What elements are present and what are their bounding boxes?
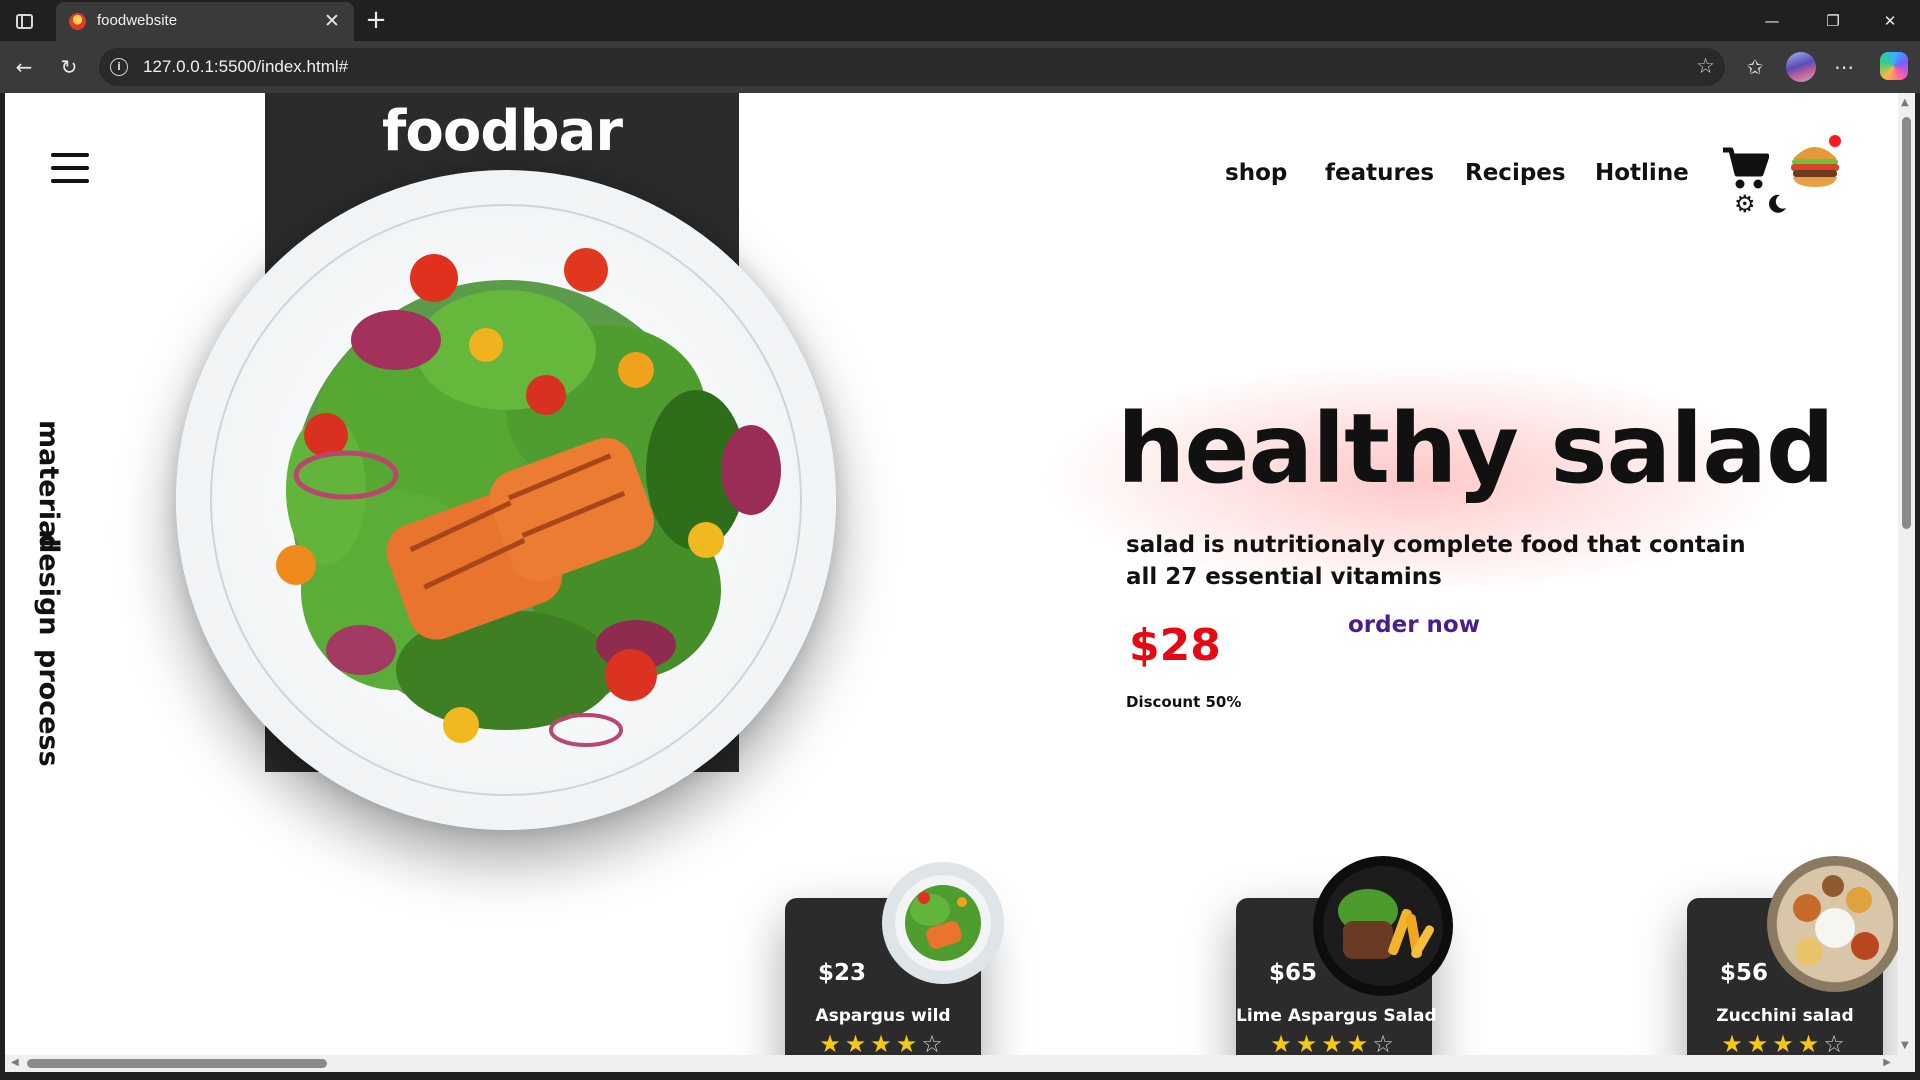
more-menu-icon[interactable]: ⋯ [1829, 52, 1859, 82]
side-nav-design[interactable]: design [33, 534, 64, 636]
horizontal-scroll-thumb[interactable] [27, 1059, 327, 1068]
star-icon: ★★★★ [1270, 1030, 1373, 1055]
salad-illustration [276, 248, 781, 747]
favicon-icon [69, 13, 86, 30]
star-empty-icon: ☆ [921, 1030, 947, 1055]
scroll-right-icon[interactable]: ▶ [1883, 1057, 1891, 1068]
card-name: Aspargus wild [815, 1006, 951, 1026]
nav-shop[interactable]: shop [1225, 160, 1287, 186]
card-price: $65 [1269, 960, 1318, 986]
scroll-left-icon[interactable]: ◀ [11, 1057, 19, 1068]
cart-icon[interactable] [1721, 146, 1769, 190]
hamburger-menu-icon[interactable] [51, 153, 89, 185]
discount-label: Discount 50% [1126, 693, 1242, 711]
card-food-image [1767, 856, 1898, 992]
card-name: Lime Aspargus Salad [1236, 1006, 1437, 1026]
browser-toolbar: ← ↻ i 127.0.0.1:5500/index.html# ☆ ✩ ⋯ [0, 41, 1920, 93]
profile-avatar[interactable] [1786, 52, 1816, 82]
scroll-down-icon[interactable]: ▼ [1901, 1040, 1909, 1051]
back-icon[interactable]: ← [9, 52, 39, 82]
burger-icon[interactable] [1787, 135, 1843, 191]
card-rating: ★★★★☆ [1687, 1030, 1883, 1055]
window-close-icon[interactable]: ✕ [1867, 6, 1913, 36]
card-food-image [882, 862, 1004, 984]
moon-icon[interactable] [1767, 194, 1787, 214]
product-card[interactable]: $23 Aspargus wild ★★★★☆ [785, 862, 1004, 1055]
minimize-icon[interactable]: — [1749, 6, 1795, 36]
vertical-scrollbar[interactable]: ▲ ▼ [1898, 93, 1915, 1055]
browser-tab[interactable]: foodwebsite ✕ [56, 2, 354, 41]
bookmark-star-icon[interactable]: ☆ [1696, 54, 1715, 78]
card-rating: ★★★★☆ [785, 1030, 981, 1055]
side-nav-label: material [33, 420, 64, 548]
side-nav-process[interactable]: process [33, 649, 64, 767]
site-info-icon[interactable]: i [110, 58, 128, 76]
copilot-icon[interactable] [1880, 52, 1908, 80]
favorites-icon[interactable]: ✩ [1740, 52, 1770, 82]
hero-price: $28 [1129, 620, 1221, 671]
restore-icon[interactable]: ❐ [1810, 6, 1856, 36]
card-price: $23 [818, 960, 867, 986]
star-icon: ★★★★ [819, 1030, 922, 1055]
star-icon: ★★★★ [1721, 1030, 1824, 1055]
card-price: $56 [1720, 960, 1769, 986]
order-now-link[interactable]: order now [1348, 612, 1480, 638]
tab-actions-icon[interactable] [12, 9, 36, 33]
star-empty-icon: ☆ [1823, 1030, 1849, 1055]
hero-title: healthy salad [1117, 393, 1835, 505]
card-food-image [1313, 856, 1453, 996]
card-rating: ★★★★☆ [1236, 1030, 1432, 1055]
nav-features[interactable]: features [1325, 160, 1434, 186]
page-viewport: foodbar material design process shop fea… [5, 93, 1898, 1055]
card-name: Zucchini salad [1716, 1006, 1854, 1026]
horizontal-scrollbar[interactable]: ◀ ▶ [5, 1055, 1915, 1072]
url-text: 127.0.0.1:5500/index.html# [143, 57, 349, 76]
refresh-icon[interactable]: ↻ [54, 52, 84, 82]
address-bar[interactable]: i 127.0.0.1:5500/index.html# ☆ [99, 48, 1725, 86]
hero-description: salad is nutritionaly complete food that… [1126, 532, 1746, 590]
side-nav-label: design [33, 534, 64, 636]
tab-close-icon[interactable]: ✕ [320, 9, 344, 33]
side-nav-material[interactable]: material [33, 420, 64, 548]
window-bottom-edge [0, 1072, 1920, 1080]
nav-recipes[interactable]: Recipes [1465, 160, 1566, 186]
side-nav-label: process [33, 649, 64, 767]
scroll-up-icon[interactable]: ▲ [1901, 97, 1909, 108]
site-logo[interactable]: foodbar [265, 99, 739, 164]
tab-title: foodwebsite [97, 12, 178, 29]
browser-tabbar: foodwebsite ✕ + — ❐ ✕ [0, 0, 1920, 41]
nav-hotline[interactable]: Hotline [1595, 160, 1689, 186]
gear-icon[interactable]: ⚙ [1734, 191, 1756, 217]
new-tab-icon[interactable]: + [362, 6, 390, 34]
product-card[interactable]: $65 Lime Aspargus Salad ★★★★☆ [1236, 856, 1453, 1055]
product-card[interactable]: $56 Zucchini salad ★★★★☆ [1687, 856, 1898, 1055]
star-empty-icon: ☆ [1372, 1030, 1398, 1055]
vertical-scroll-thumb[interactable] [1902, 117, 1911, 529]
